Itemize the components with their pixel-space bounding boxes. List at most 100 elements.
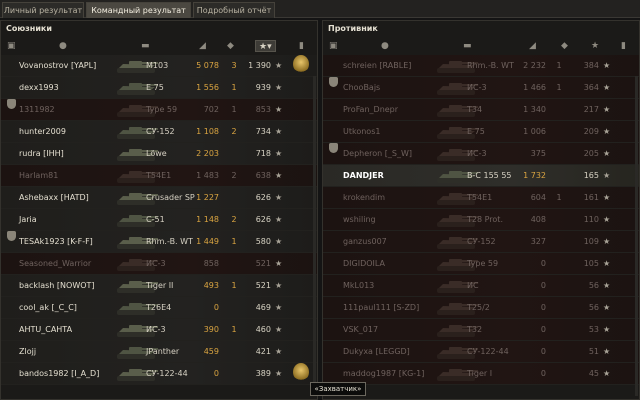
allies-row[interactable]: 1311982 Type 59 702 1 853 ★	[1, 99, 317, 121]
enemies-row[interactable]: VSK_017 T32 0 53 ★	[323, 319, 639, 341]
player-name[interactable]: Zlojj	[19, 341, 36, 363]
player-name[interactable]: ChooBajs	[343, 77, 380, 99]
player-name[interactable]: MkL013	[343, 275, 374, 297]
player-name[interactable]: Utkonos1	[343, 121, 380, 143]
allies-scrollbar[interactable]	[313, 76, 316, 396]
player-name[interactable]: krokendim	[343, 187, 385, 209]
tank-name: ИС-3	[467, 149, 487, 158]
tank-name: T54E1	[467, 193, 493, 202]
enemies-scrollbar[interactable]	[635, 76, 638, 396]
player-name[interactable]: TESAk1923 [K-F-F]	[19, 231, 93, 253]
tab-personal-result[interactable]: Личный результат	[2, 2, 84, 18]
damage-value: 858	[203, 259, 219, 268]
damage-value: 1 732	[523, 171, 546, 180]
allies-row[interactable]: AHTU_CAHTA ИС-3 390 1 460 ★	[1, 319, 317, 341]
kills-value: 1	[556, 193, 562, 202]
damage-icon[interactable]: ◢	[529, 40, 536, 52]
enemies-row[interactable]: ganzus007 СУ-152 327 109 ★	[323, 231, 639, 253]
enemies-row[interactable]: schreien [RABLE] Rhm.-B. WT 2 232 1 384 ★	[323, 55, 639, 77]
allies-row[interactable]: TESAk1923 [K-F-F] Rhm.-B. WT 1 449 1 580 ★	[1, 231, 317, 253]
tank-name: Tiger I	[467, 369, 493, 378]
player-name[interactable]: Seasoned_Warrior	[19, 253, 91, 275]
player-name[interactable]: AHTU_CAHTA	[19, 319, 72, 341]
enemies-row[interactable]: Depheron [_S_W] ИС-3 375 205 ★	[323, 143, 639, 165]
player-name[interactable]: Depheron [_S_W]	[343, 143, 412, 165]
kills-icon[interactable]: ◆	[561, 40, 568, 52]
star-icon: ★	[603, 325, 611, 334]
allies-row[interactable]: Seasoned_Warrior ИС-3 858 521 ★	[1, 253, 317, 275]
enemies-row[interactable]: maddog1987 [KG-1] Tiger I 0 45 ★	[323, 363, 639, 385]
player-name[interactable]: DIGIDOILA	[343, 253, 385, 275]
xp-value: 384	[583, 61, 599, 70]
medal-icon[interactable]: ▮	[299, 40, 304, 52]
xp-value: 421	[255, 347, 271, 356]
allies-row[interactable]: dexx1993 E 75 1 556 1 939 ★	[1, 77, 317, 99]
allies-row[interactable]: Vovanostrov [YAPL] M103 5 078 3 1 390 ★	[1, 55, 317, 77]
player-name[interactable]: 111paul111 [S-ZD]	[343, 297, 419, 319]
xp-star-icon[interactable]: ★▾	[255, 40, 276, 52]
enemies-row[interactable]: DIGIDOILA Type 59 0 105 ★	[323, 253, 639, 275]
allies-row[interactable]: rudra [IHH] Löwe 2 203 718 ★	[1, 143, 317, 165]
player-icon[interactable]: ●	[59, 40, 67, 52]
star-icon: ★	[275, 83, 283, 92]
enemies-row[interactable]: Utkonos1 E 75 1 006 209 ★	[323, 121, 639, 143]
squad-icon[interactable]: ▣	[329, 40, 338, 52]
allies-row[interactable]: Ashebaxx [HATD] Crusader SP 1 227 626 ★	[1, 187, 317, 209]
star-icon: ★	[603, 105, 611, 114]
tank-icon[interactable]: ▬	[141, 40, 150, 52]
xp-value: 51	[588, 347, 599, 356]
enemies-row[interactable]: MkL013 ИС 0 56 ★	[323, 275, 639, 297]
player-name[interactable]: dexx1993	[19, 77, 59, 99]
player-name[interactable]: ganzus007	[343, 231, 387, 253]
player-name[interactable]: Ashebaxx [HATD]	[19, 187, 89, 209]
star-icon: ★	[275, 215, 283, 224]
player-name[interactable]: Vovanostrov [YAPL]	[19, 55, 96, 77]
enemies-row[interactable]: ProFan_Dnepr T34 1 340 217 ★	[323, 99, 639, 121]
tank-icon[interactable]: ▬	[463, 40, 472, 52]
xp-star-icon[interactable]: ★	[591, 40, 599, 52]
allies-row[interactable]: Jaria С-51 1 148 2 626 ★	[1, 209, 317, 231]
damage-value: 2 232	[523, 61, 546, 70]
enemies-row[interactable]: DANDJER В-С 155 55 1 732 165 ★	[323, 165, 639, 187]
allies-row[interactable]: hunter2009 СУ-152 1 108 2 734 ★	[1, 121, 317, 143]
medal-icon[interactable]: ▮	[621, 40, 626, 52]
player-name[interactable]: bandos1982 [I_A_D]	[19, 363, 99, 385]
star-icon: ★	[275, 105, 283, 114]
allies-title: Союзники	[6, 24, 52, 33]
player-name[interactable]: Jaria	[19, 209, 37, 231]
player-name[interactable]: schreien [RABLE]	[343, 55, 411, 77]
player-name[interactable]: 1311982	[19, 99, 55, 121]
allies-row[interactable]: Harlam81 T54E1 1 483 2 638 ★	[1, 165, 317, 187]
squad-icon[interactable]: ▣	[7, 40, 16, 52]
player-name[interactable]: Dukyxa [LEGGD]	[343, 341, 410, 363]
player-name[interactable]: VSK_017	[343, 319, 378, 341]
damage-value: 0	[540, 347, 546, 356]
player-name[interactable]: backlash [NOWOT]	[19, 275, 95, 297]
tab-team-result[interactable]: Командный результат	[86, 2, 191, 18]
player-name[interactable]: Harlam81	[19, 165, 58, 187]
star-icon: ★	[603, 303, 611, 312]
tab-detailed-report[interactable]: Подробный отчёт	[193, 2, 275, 18]
player-name[interactable]: ProFan_Dnepr	[343, 99, 398, 121]
allies-row[interactable]: Zlojj JPanther 459 421 ★	[1, 341, 317, 363]
player-name[interactable]: DANDJER	[343, 165, 384, 187]
enemies-row[interactable]: wshiling T28 Prot. 408 110 ★	[323, 209, 639, 231]
enemies-row[interactable]: Dukyxa [LEGGD] СУ-122-44 0 51 ★	[323, 341, 639, 363]
star-icon: ★	[275, 347, 283, 356]
player-name[interactable]: hunter2009	[19, 121, 66, 143]
kills-icon[interactable]: ◆	[227, 40, 234, 52]
enemies-row[interactable]: krokendim T54E1 604 1 161 ★	[323, 187, 639, 209]
player-name[interactable]: cool_ak [_C_C]	[19, 297, 77, 319]
player-icon[interactable]: ●	[381, 40, 389, 52]
star-icon: ★	[275, 171, 283, 180]
enemies-row[interactable]: ChooBajs ИС-3 1 466 1 364 ★	[323, 77, 639, 99]
xp-value: 165	[583, 171, 599, 180]
allies-row[interactable]: backlash [NOWOT] Tiger II 493 1 521 ★	[1, 275, 317, 297]
kills-value: 1	[556, 83, 562, 92]
player-name[interactable]: rudra [IHH]	[19, 143, 64, 165]
player-name[interactable]: wshiling	[343, 209, 376, 231]
allies-row[interactable]: bandos1982 [I_A_D] СУ-122-44 0 389 ★	[1, 363, 317, 385]
damage-icon[interactable]: ◢	[199, 40, 206, 52]
enemies-row[interactable]: 111paul111 [S-ZD] T25/2 0 56 ★	[323, 297, 639, 319]
allies-row[interactable]: cool_ak [_C_C] T26E4 0 469 ★	[1, 297, 317, 319]
